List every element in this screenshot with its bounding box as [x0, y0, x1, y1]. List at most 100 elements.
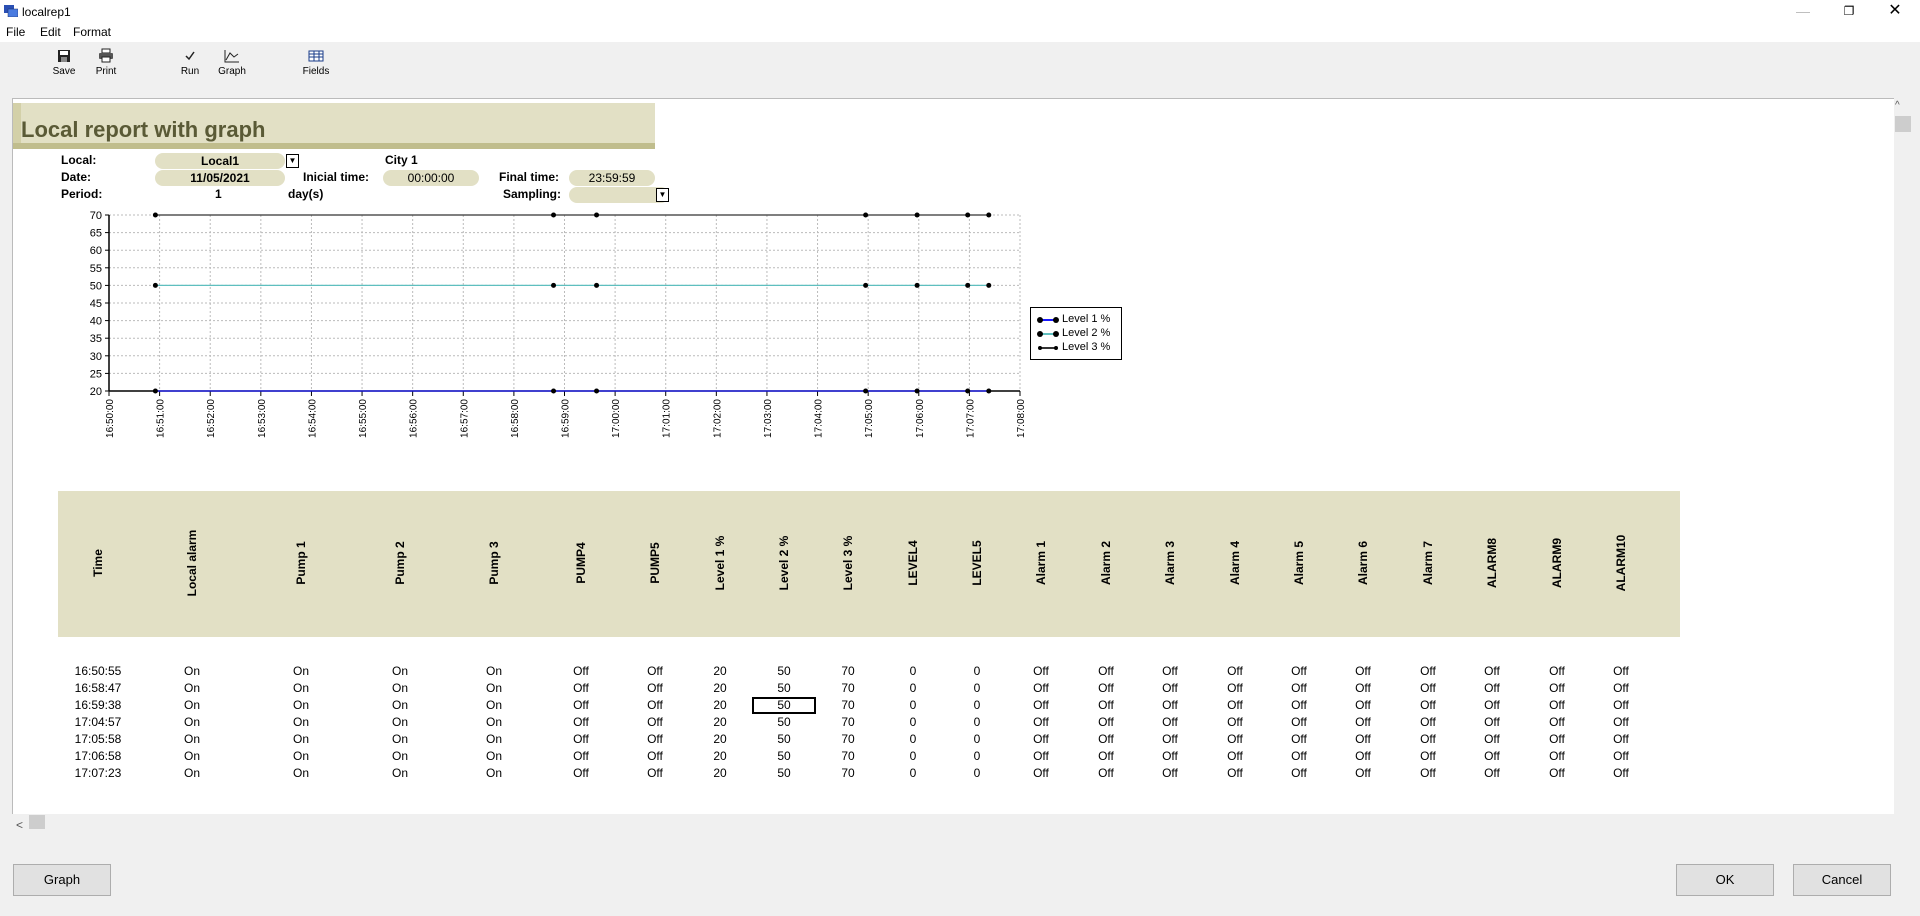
table-cell[interactable]: Off [553, 680, 609, 697]
table-cell[interactable]: 16:59:38 [70, 697, 126, 714]
table-cell[interactable]: Off [553, 714, 609, 731]
table-cell[interactable]: Off [1593, 714, 1649, 731]
initial-time-field[interactable]: 00:00:00 [383, 170, 479, 186]
table-cell[interactable]: Off [1529, 663, 1585, 680]
table-cell[interactable]: 20 [692, 748, 748, 765]
table-row[interactable]: 17:07:23 On On On On Off Off 20 50 70 0 0 Off Off Off O… [58, 765, 1680, 782]
table-cell[interactable]: On [466, 663, 522, 680]
table-cell[interactable]: On [372, 731, 428, 748]
table-cell[interactable]: 17:07:23 [70, 765, 126, 782]
table-cell[interactable]: Off [553, 731, 609, 748]
table-cell[interactable]: Off [1013, 748, 1069, 765]
local-field[interactable]: Local1 [155, 153, 285, 169]
table-cell[interactable]: Off [1593, 748, 1649, 765]
fields-button[interactable]: Fields [296, 48, 336, 77]
table-cell[interactable]: 0 [885, 748, 941, 765]
table-cell[interactable]: On [372, 663, 428, 680]
table-cell[interactable]: Off [1335, 663, 1391, 680]
table-cell[interactable]: 0 [885, 697, 941, 714]
table-cell[interactable]: Off [627, 663, 683, 680]
column-header[interactable]: Level 3 % [828, 503, 868, 623]
table-cell[interactable]: On [273, 663, 329, 680]
table-cell[interactable]: On [164, 680, 220, 697]
table-cell[interactable]: 20 [692, 663, 748, 680]
final-time-field[interactable]: 23:59:59 [569, 170, 655, 186]
table-row[interactable]: 17:05:58 On On On On Off Off 20 50 70 0 0 Off Off Off O… [58, 731, 1680, 748]
menu-edit[interactable]: Edit [40, 25, 61, 39]
table-cell[interactable]: Off [1529, 714, 1585, 731]
table-row[interactable]: 16:59:38 On On On On Off Off 20 50 70 0 0 Off Off Off O… [58, 697, 1680, 714]
column-header[interactable]: ALARM10 [1601, 503, 1641, 623]
table-cell[interactable]: Off [1529, 680, 1585, 697]
table-cell[interactable]: Off [1593, 663, 1649, 680]
table-cell[interactable]: Off [1142, 663, 1198, 680]
scroll-up-arrow[interactable]: ^ [1895, 100, 1900, 111]
local-dropdown-button[interactable]: ▼ [286, 154, 299, 168]
print-button[interactable]: Print [86, 48, 126, 77]
table-cell[interactable]: On [372, 680, 428, 697]
menu-format[interactable]: Format [73, 25, 111, 39]
table-cell[interactable]: 0 [885, 680, 941, 697]
table-cell[interactable]: 50 [756, 748, 812, 765]
table-cell[interactable]: On [372, 765, 428, 782]
table-cell[interactable]: Off [1529, 748, 1585, 765]
column-header[interactable]: ALARM9 [1537, 503, 1577, 623]
column-header[interactable]: Alarm 2 [1086, 503, 1126, 623]
horizontal-scrollbar-thumb[interactable] [29, 815, 45, 829]
table-cell[interactable]: 50 [756, 765, 812, 782]
table-cell[interactable]: 20 [692, 731, 748, 748]
table-cell[interactable]: On [466, 748, 522, 765]
table-cell[interactable]: Off [1464, 748, 1520, 765]
column-header[interactable]: Alarm 7 [1408, 503, 1448, 623]
table-cell[interactable]: Off [553, 697, 609, 714]
table-cell[interactable]: Off [1400, 680, 1456, 697]
table-cell[interactable]: Off [1207, 748, 1263, 765]
table-cell[interactable]: Off [1529, 765, 1585, 782]
table-cell[interactable]: On [273, 697, 329, 714]
table-cell[interactable]: Off [1142, 697, 1198, 714]
column-header[interactable]: Alarm 6 [1343, 503, 1383, 623]
column-header[interactable]: Level 2 % [764, 503, 804, 623]
menu-file[interactable]: File [6, 25, 25, 39]
table-cell[interactable]: Off [1271, 731, 1327, 748]
table-cell[interactable]: Off [1078, 765, 1134, 782]
table-cell[interactable]: Off [1207, 714, 1263, 731]
table-cell[interactable]: Off [1464, 714, 1520, 731]
table-cell[interactable]: Off [1142, 731, 1198, 748]
column-header[interactable]: Time [78, 503, 118, 623]
table-cell[interactable]: Off [1271, 663, 1327, 680]
table-cell[interactable]: Off [553, 663, 609, 680]
table-cell[interactable]: On [372, 748, 428, 765]
table-cell[interactable]: On [164, 748, 220, 765]
table-cell[interactable]: Off [627, 680, 683, 697]
table-cell[interactable]: Off [1335, 748, 1391, 765]
table-cell[interactable]: Off [1529, 697, 1585, 714]
table-cell[interactable]: Off [1207, 663, 1263, 680]
table-cell[interactable]: 50 [756, 731, 812, 748]
table-cell[interactable]: On [164, 731, 220, 748]
table-cell[interactable]: Off [1464, 680, 1520, 697]
table-cell[interactable]: Off [1271, 765, 1327, 782]
table-cell[interactable]: Off [1207, 680, 1263, 697]
table-cell[interactable]: Off [1013, 765, 1069, 782]
table-cell[interactable]: Off [1400, 697, 1456, 714]
table-cell[interactable]: Off [1593, 765, 1649, 782]
table-cell[interactable]: 0 [949, 680, 1005, 697]
table-cell[interactable]: Off [1464, 765, 1520, 782]
table-cell[interactable]: Off [1335, 697, 1391, 714]
table-cell[interactable]: Off [1142, 714, 1198, 731]
table-cell[interactable]: Off [1078, 714, 1134, 731]
table-cell[interactable]: Off [627, 765, 683, 782]
column-header[interactable]: Level 1 % [700, 503, 740, 623]
table-cell[interactable]: On [466, 714, 522, 731]
table-cell[interactable]: On [164, 714, 220, 731]
table-cell[interactable]: Off [627, 714, 683, 731]
table-cell[interactable]: 70 [820, 680, 876, 697]
run-button[interactable]: Run [170, 48, 210, 77]
table-cell[interactable]: Off [553, 748, 609, 765]
table-cell[interactable]: Off [1078, 748, 1134, 765]
table-cell[interactable]: Off [1207, 697, 1263, 714]
column-header[interactable]: Pump 3 [474, 503, 514, 623]
close-button[interactable]: ✕ [1872, 0, 1918, 24]
table-cell[interactable]: 16:58:47 [70, 680, 126, 697]
